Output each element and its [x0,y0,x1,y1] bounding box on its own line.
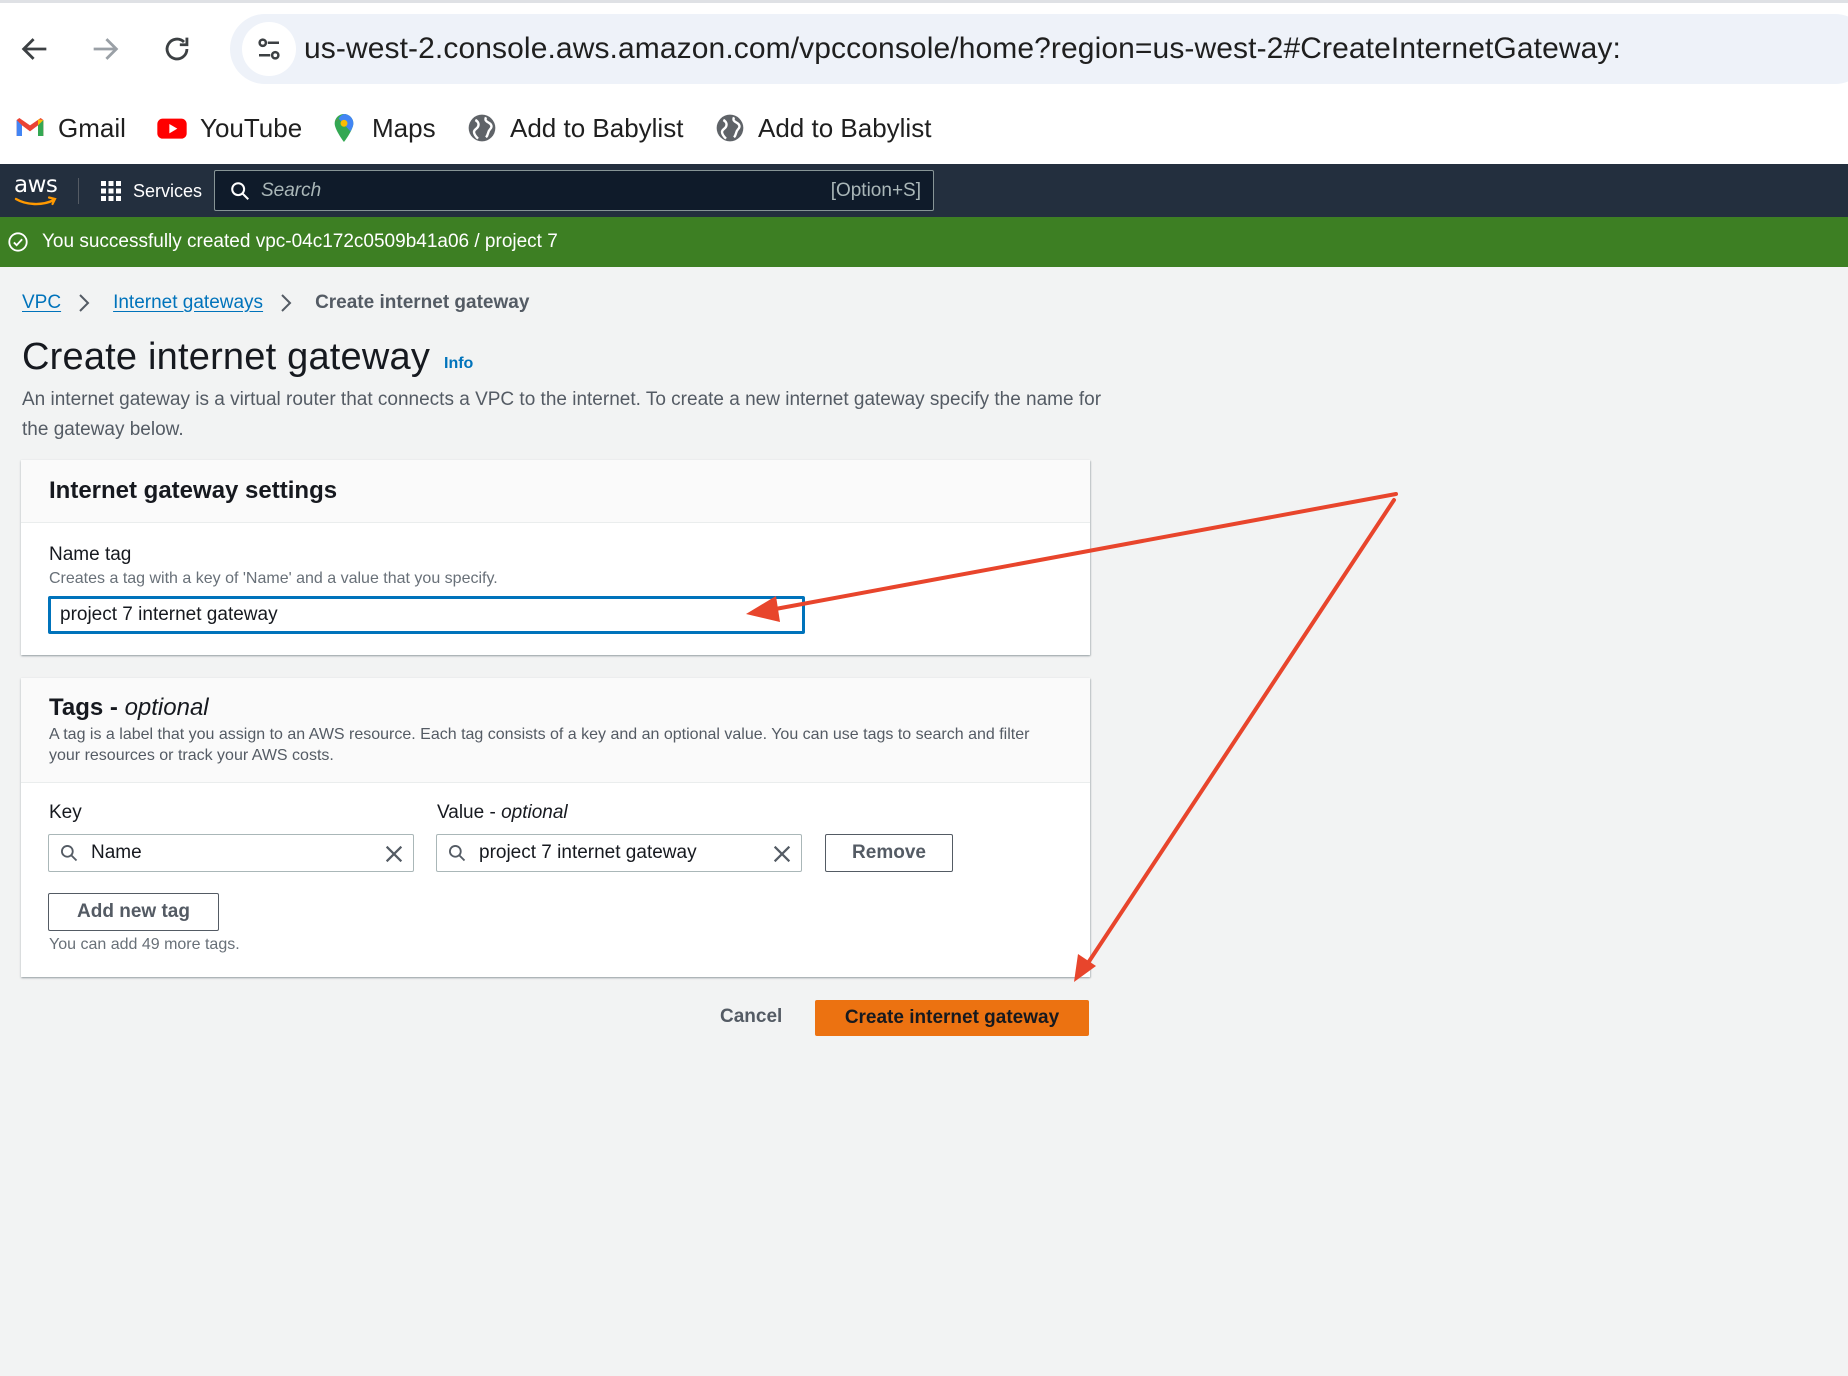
panel-header: Tags - optional A tag is a label that yo… [21,678,1090,783]
url-text[interactable]: us-west-2.console.aws.amazon.com/vpccons… [304,32,1621,66]
globe-icon [468,114,496,142]
search-shortcut-hint: [Option+S] [830,180,921,201]
aws-search-box[interactable]: [Option+S] [214,170,934,211]
gmail-icon [16,118,44,136]
bookmark-label: Add to Babylist [758,112,932,143]
search-icon [231,182,249,200]
panel-header: Internet gateway settings [21,460,1090,523]
maps-icon [334,114,354,142]
annotation-arrow-to-create-button [1074,498,1396,982]
services-menu-button[interactable]: Services [100,178,202,204]
info-link[interactable]: Info [444,355,473,373]
aws-logo[interactable]: aws [14,172,58,208]
page-title: Create internet gateway [22,336,431,378]
reload-icon [165,37,189,61]
back-arrow-icon [21,38,47,60]
breadcrumb-current: Create internet gateway [315,292,530,313]
tags-description: A tag is a label that you assign to an A… [49,726,1030,764]
nav-divider [78,178,79,204]
name-tag-input[interactable] [48,596,805,634]
bookmark-label: Maps [372,112,436,143]
globe-icon [716,114,744,142]
breadcrumb: VPC Internet gateways Create internet ga… [22,290,529,316]
forward-button[interactable] [82,26,128,72]
bookmark-maps[interactable]: Maps [328,110,436,146]
bookmark-label: Gmail [58,112,126,143]
tags-remaining-hint: You can add 49 more tags. [49,936,240,953]
bookmark-add-to-babylist-2[interactable]: Add to Babylist [714,110,931,146]
cancel-button[interactable]: Cancel [720,1002,782,1032]
add-new-tag-button[interactable]: Add new tag [48,893,219,931]
browser-chrome: us-west-2.console.aws.amazon.com/vpccons… [0,0,1848,164]
grid-icon [101,181,121,201]
forward-arrow-icon [93,38,119,60]
key-column-label: Key [49,802,82,823]
name-tag-description: Creates a tag with a key of 'Name' and a… [49,570,498,587]
aws-top-nav: aws Services [Option+S] [0,164,1848,217]
address-bar[interactable]: us-west-2.console.aws.amazon.com/vpccons… [230,14,1848,84]
bookmark-youtube[interactable]: YouTube [156,110,302,146]
tag-value-field[interactable] [436,834,802,872]
chevron-right-icon [79,294,90,312]
chevron-right-icon [281,294,292,312]
tag-key-input[interactable] [91,839,361,867]
panel-title: Internet gateway settings [49,477,338,504]
services-label: Services [133,180,203,201]
tag-key-field[interactable] [48,834,414,872]
clear-icon[interactable] [383,843,405,865]
internet-gateway-settings-panel: Internet gateway settings Name tag Creat… [21,460,1090,655]
tags-title-optional: optional [124,694,209,721]
search-icon [60,845,78,862]
search-icon [449,845,466,862]
search-input[interactable] [261,175,761,207]
site-info-button[interactable] [242,22,296,76]
reload-button[interactable] [154,26,200,72]
value-label-text: Value - [437,802,502,823]
flash-message: You successfully created vpc-04c172c0509… [42,231,558,252]
bookmark-label: YouTube [200,112,303,143]
success-flash-banner: You successfully created vpc-04c172c0509… [0,217,1848,267]
aws-logo-text: aws [14,172,58,198]
tune-icon [258,38,280,60]
back-button[interactable] [12,26,58,72]
page-description: An internet gateway is a virtual router … [22,389,1102,440]
value-label-optional: optional [501,802,568,823]
bookmark-label: Add to Babylist [510,112,684,143]
panel-title: Tags - optional [49,694,209,722]
tag-value-input[interactable] [479,839,749,867]
breadcrumb-link-vpc[interactable]: VPC [22,292,61,314]
bookmark-gmail[interactable]: Gmail [14,110,126,146]
tags-panel: Tags - optional A tag is a label that yo… [21,678,1090,977]
bookmarks-bar: Gmail YouTube Maps Add to Babylist Add t… [0,104,1848,152]
remove-tag-button[interactable]: Remove [825,834,953,872]
aws-smile-icon [14,196,57,206]
clear-icon[interactable] [771,843,793,865]
breadcrumb-link-internet-gateways[interactable]: Internet gateways [113,292,263,314]
name-tag-label: Name tag [49,544,132,565]
tab-strip-edge [0,0,1848,3]
youtube-icon [157,118,187,139]
check-circle-icon [8,232,28,252]
create-internet-gateway-button[interactable]: Create internet gateway [815,1000,1089,1036]
tags-title: Tags - [49,694,125,721]
bookmark-add-to-babylist[interactable]: Add to Babylist [466,110,683,146]
value-column-label: Value - optional [437,802,568,824]
